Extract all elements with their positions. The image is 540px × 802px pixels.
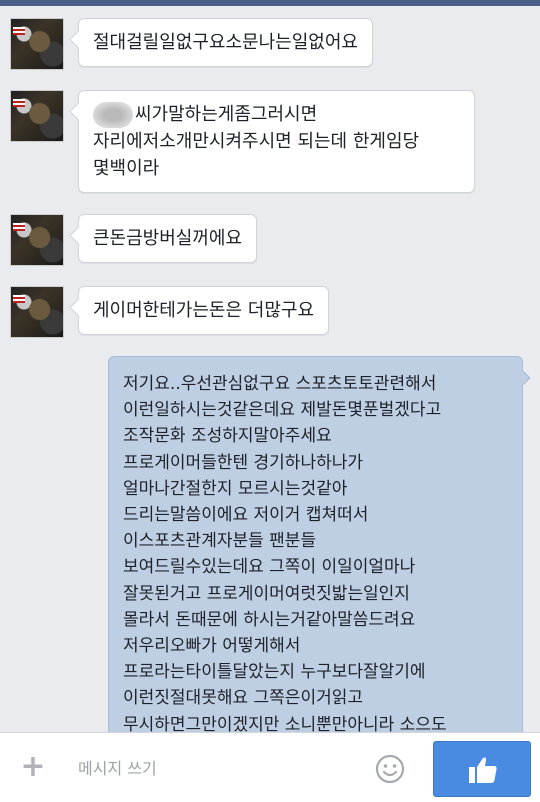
message-line: 저우리오빠가 어떻게해서 bbox=[123, 636, 301, 657]
like-button[interactable] bbox=[433, 741, 531, 797]
message-line: 잘못된거고 프로게이머여럿짓밟는일인지 bbox=[123, 583, 410, 604]
message-line: 저기요..우선관심없구요 스포츠토토관련해서 bbox=[123, 374, 437, 394]
message-text: 절대걸릴일없구요소문나는일없어요 bbox=[93, 32, 358, 53]
message-input[interactable] bbox=[78, 751, 358, 785]
thumbs-up-icon bbox=[469, 757, 497, 783]
message-line: 이스포츠관계자분들 팬분들 bbox=[123, 531, 317, 552]
smiley-icon[interactable] bbox=[374, 753, 406, 785]
message-line: 프로라는타이틀달았는지 누구보다잘알기에 bbox=[123, 662, 426, 683]
avatar[interactable] bbox=[10, 286, 64, 338]
message-line: 무시하면그만이겠지만 소니뿐만아니라 소으도 bbox=[123, 714, 447, 732]
redacted-name bbox=[93, 102, 133, 128]
incoming-bubble: 씨가말하는게좀그러시면 자리에저소개만시켜주시면 되는데 한게임당 몇백이라 bbox=[78, 90, 475, 193]
message-composer: + bbox=[0, 732, 540, 802]
message-line: 이런짓절대못해요 그쪽은이거읽고 bbox=[123, 688, 364, 709]
avatar[interactable] bbox=[10, 90, 64, 142]
plus-icon[interactable]: + bbox=[18, 752, 48, 783]
message-line: 보여드릴수있는데요 그쪽이 이일이얼마나 bbox=[123, 557, 416, 578]
message-line: 몰라서 돈때문에 하시는거같아말씀드려요 bbox=[123, 609, 416, 630]
avatar[interactable] bbox=[10, 18, 64, 70]
message-text: 자리에저소개만시켜주시면 되는데 한게임당 bbox=[93, 131, 420, 152]
message-line: 드리는말씀이에요 저이거 캡쳐떠서 bbox=[123, 505, 369, 526]
incoming-bubble: 게이머한테가는돈은 더많구요 bbox=[78, 286, 330, 335]
message-text: 씨가말하는게좀그러시면 bbox=[135, 104, 318, 125]
avatar[interactable] bbox=[10, 214, 64, 266]
incoming-bubble: 절대걸릴일없구요소문나는일없어요 bbox=[78, 18, 373, 67]
message-text: 큰돈금방버실꺼에요 bbox=[93, 228, 243, 249]
incoming-bubble: 큰돈금방버실꺼에요 bbox=[78, 214, 258, 263]
outgoing-bubble: 저기요..우선관심없구요 스포츠토토관련해서 이런일하시는것같은데요 제발돈몇푼… bbox=[108, 356, 523, 732]
message-line: 조작문화 조성하지말아주세요 bbox=[123, 426, 332, 447]
message-line: 얼마나간절한지 모르시는것같아 bbox=[123, 478, 348, 499]
message-thread[interactable]: 절대걸릴일없구요소문나는일없어요 씨가말하는게좀그러시면 자리에저소개만시켜주시… bbox=[0, 0, 540, 732]
message-text: 몇백이라 bbox=[93, 158, 160, 179]
message-line: 프로게이머들한텐 경기하나하나가 bbox=[123, 452, 364, 473]
message-line: 이런일하시는것같은데요 제발돈몇푼벌겠다고 bbox=[123, 400, 442, 421]
message-text: 게이머한테가는돈은 더많구요 bbox=[93, 300, 315, 321]
